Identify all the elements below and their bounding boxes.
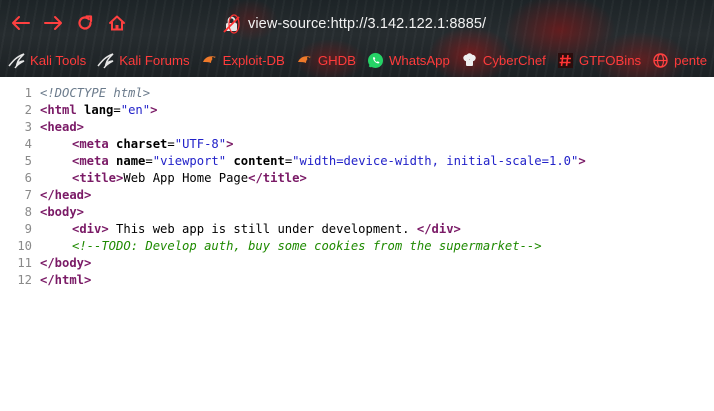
ghdb-icon xyxy=(296,52,313,69)
home-icon xyxy=(109,15,125,31)
line-number: 3 xyxy=(24,120,32,134)
bookmark-label: CyberChef xyxy=(482,53,546,68)
line-number: 1 xyxy=(24,86,32,100)
title-text: Web App Home Page xyxy=(123,171,249,185)
bookmark-gtfobins[interactable]: GTFOBins xyxy=(557,52,641,69)
gtfobins-icon xyxy=(557,52,574,69)
bookmark-label: Kali Forums xyxy=(119,53,190,68)
url-text[interactable]: view-source:http://3.142.122.1:8885/ xyxy=(248,16,486,32)
line-number: 5 xyxy=(24,154,32,168)
source-line: 5 <meta name="viewport" content="width=d… xyxy=(0,153,714,170)
tag-close-bracket: > xyxy=(578,154,586,168)
div-open-tag: <div> xyxy=(72,222,109,236)
source-line: 7 </head> xyxy=(0,187,714,204)
source-line: 6 <title>Web App Home Page</title> xyxy=(0,170,714,187)
bookmark-whatsapp[interactable]: WhatsApp xyxy=(367,52,450,69)
page-source-view: 1 <!DOCTYPE html> 2 <html lang="en"> 3 <… xyxy=(0,85,714,289)
title-close-tag: </title> xyxy=(248,171,307,185)
line-number: 6 xyxy=(24,171,32,185)
line-number: 7 xyxy=(24,188,32,202)
html-close-tag: </html> xyxy=(40,273,92,287)
line-number: 10 xyxy=(17,239,32,253)
todo-comment: <!--TODO: Develop auth, buy some cookies… xyxy=(72,239,542,253)
globe-icon xyxy=(652,52,669,69)
lang-value: "en" xyxy=(120,103,151,117)
body-open-tag: <body> xyxy=(40,205,85,219)
line-number: 4 xyxy=(24,137,32,151)
name-value: "viewport" xyxy=(152,154,227,168)
bookmark-label: pente xyxy=(674,53,708,68)
tag-close-bracket: > xyxy=(226,137,234,151)
title-open-tag: <title> xyxy=(72,171,124,185)
lang-attribute: lang xyxy=(84,103,114,117)
line-number: 9 xyxy=(24,222,32,236)
bookmark-kali-tools[interactable]: Kali Tools xyxy=(8,52,86,69)
source-line: 10 <!--TODO: Develop auth, buy some cook… xyxy=(0,238,714,255)
browser-chrome: view-source:http://3.142.122.1:8885/ Kal… xyxy=(0,0,714,77)
bookmark-label: Exploit-DB xyxy=(222,53,285,68)
bookmark-label: GHDB xyxy=(317,53,356,68)
whatsapp-icon xyxy=(367,52,384,69)
source-line: 2 <html lang="en"> xyxy=(0,102,714,119)
html-tag: <html xyxy=(40,103,77,117)
bookmark-cyberchef[interactable]: CyberChef xyxy=(461,52,546,69)
bookmark-label: WhatsApp xyxy=(388,53,450,68)
bookmark-label: GTFOBins xyxy=(578,53,642,68)
bookmark-ghdb[interactable]: GHDB xyxy=(296,52,356,69)
meta-tag: <meta xyxy=(72,137,109,151)
bookmark-kali-forums[interactable]: Kali Forums xyxy=(97,52,190,69)
content-attribute: content xyxy=(233,154,285,168)
back-button[interactable] xyxy=(8,10,34,36)
home-button[interactable] xyxy=(104,10,130,36)
source-line: 11 </body> xyxy=(0,255,714,272)
div-text: This web app is still under development. xyxy=(108,222,417,236)
div-close-tag: </div> xyxy=(416,222,461,236)
meta-tag: <meta xyxy=(72,154,109,168)
nav-controls xyxy=(8,9,136,37)
kali-dragon-icon xyxy=(97,52,114,69)
kali-dragon-icon xyxy=(8,52,25,69)
forward-button[interactable] xyxy=(40,10,66,36)
charset-value: "UTF-8" xyxy=(174,137,227,151)
name-attribute: name xyxy=(116,154,146,168)
bookmarks-bar: Kali Tools Kali Forums Exploit-DB GHDB W… xyxy=(8,52,714,69)
reload-icon xyxy=(78,15,93,30)
body-close-tag: </body> xyxy=(40,256,92,270)
source-line: 8 <body> xyxy=(0,204,714,221)
source-line: 4 <meta charset="UTF-8"> xyxy=(0,136,714,153)
line-number: 8 xyxy=(24,205,32,219)
head-open-tag: <head> xyxy=(40,120,85,134)
source-line: 1 <!DOCTYPE html> xyxy=(0,85,714,102)
bookmark-label: Kali Tools xyxy=(30,53,87,68)
line-number: 11 xyxy=(17,256,32,270)
source-line: 9 <div> This web app is still under deve… xyxy=(0,221,714,238)
doctype-declaration: <!DOCTYPE html> xyxy=(40,86,151,100)
line-number: 2 xyxy=(24,103,32,117)
bookmark-pente[interactable]: pente xyxy=(652,52,707,69)
line-number: 12 xyxy=(17,273,32,287)
source-line: 3 <head> xyxy=(0,119,714,136)
forward-arrow-icon xyxy=(44,16,62,30)
back-arrow-icon xyxy=(12,16,30,30)
exploit-db-icon xyxy=(201,52,218,69)
insecure-lock-icon[interactable] xyxy=(222,14,242,34)
bookmark-exploit-db[interactable]: Exploit-DB xyxy=(201,52,285,69)
charset-attribute: charset xyxy=(116,137,168,151)
cyberchef-icon xyxy=(461,52,478,69)
reload-button[interactable] xyxy=(72,10,98,36)
tag-close-bracket: > xyxy=(150,103,158,117)
address-bar[interactable]: view-source:http://3.142.122.1:8885/ xyxy=(222,12,486,36)
content-value: "width=device-width, initial-scale=1.0" xyxy=(292,154,579,168)
head-close-tag: </head> xyxy=(40,188,92,202)
source-line: 12 </html> xyxy=(0,272,714,289)
